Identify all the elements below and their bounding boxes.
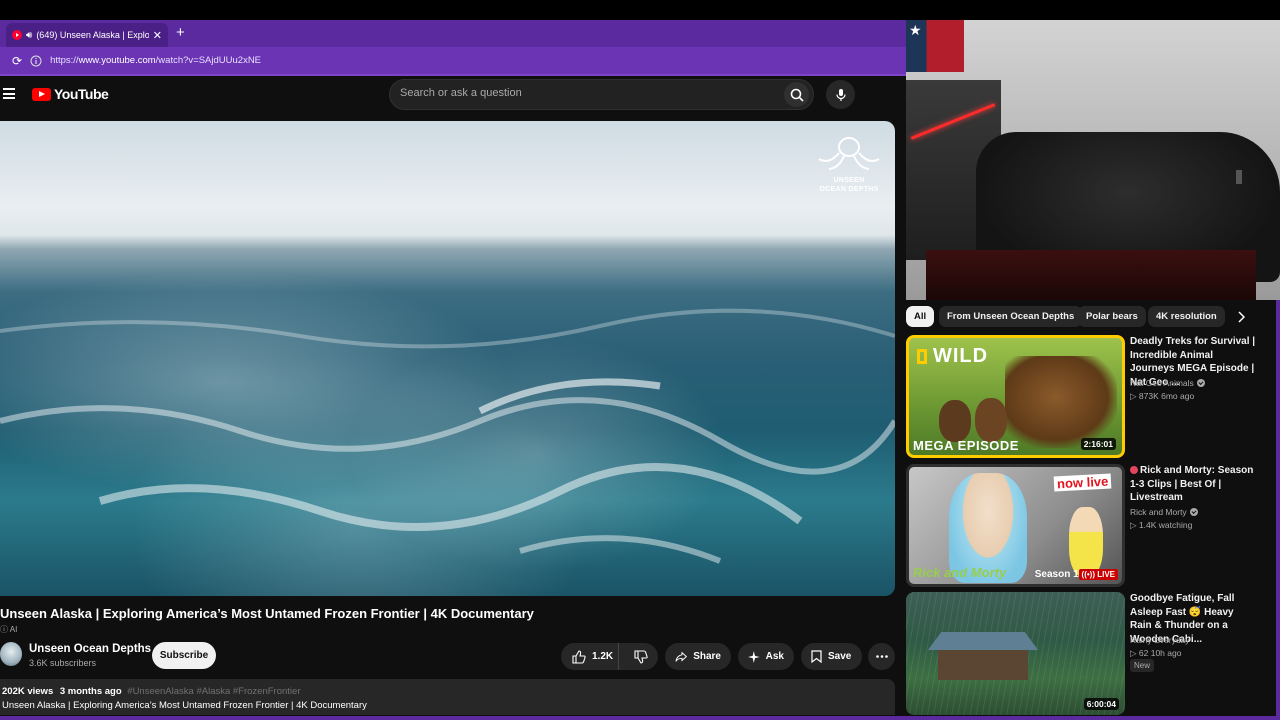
address-bar[interactable]: ⟳ https://www.youtube.com/watch?v=SAjdUU… <box>0 47 906 74</box>
ocean-waves <box>0 308 895 564</box>
speaker-icon[interactable]: 🔊︎ <box>26 30 32 41</box>
like-dislike-group: 1.2K <box>561 643 658 670</box>
duration-badge: 2:16:01 <box>1080 438 1116 450</box>
close-icon[interactable]: ✕ <box>153 29 162 42</box>
upload-age: 3 months ago <box>59 686 122 697</box>
more-icon <box>875 655 888 658</box>
window-bottom-border <box>0 716 1280 720</box>
voice-search-button[interactable] <box>826 80 855 109</box>
rec-stats: ▷ 62 10h ago <box>1130 648 1182 658</box>
view-count: 202K views <box>2 686 54 697</box>
more-actions-button[interactable] <box>868 643 895 670</box>
browser-tab[interactable]: 🔊︎ (649) Unseen Alaska | Explorin ✕ <box>6 23 168 47</box>
ask-button[interactable]: Ask <box>738 643 794 670</box>
search-input[interactable] <box>400 87 770 99</box>
cub-figure <box>939 400 971 442</box>
video-player[interactable]: UNSEEN OCEAN DEPTHS <box>0 121 895 596</box>
natgeo-brand: WILD <box>917 345 988 368</box>
tab-title: (649) Unseen Alaska | Explorin <box>36 30 149 40</box>
hashtags[interactable]: #UnseenAlaska #Alaska #FrozenFrontier <box>127 686 300 697</box>
filter-chips: All From Unseen Ocean Depths Polar bears… <box>906 300 1280 332</box>
bookmark-icon <box>811 650 822 663</box>
thumb-caption: Season 1- <box>1034 569 1082 580</box>
rec-channel[interactable]: Nat Geo Animals <box>1130 378 1205 388</box>
channel-name[interactable]: Unseen Ocean Depths <box>29 643 151 655</box>
webcam-flag: ★ <box>906 20 964 72</box>
video-thumbnail[interactable]: now live Rick and Morty Season 1- ((•)) … <box>906 464 1125 587</box>
youtube-play-icon <box>32 87 51 101</box>
like-count: 1.2K <box>592 651 614 662</box>
search-icon <box>790 88 804 102</box>
sparkle-icon <box>748 650 760 663</box>
rec-channel[interactable]: Rick and Morty <box>1130 507 1198 517</box>
channel-watermark: UNSEEN OCEAN DEPTHS <box>813 135 885 194</box>
dislike-button[interactable] <box>625 643 658 670</box>
url-text: https://www.youtube.com/watch?v=SAjdUUu2… <box>50 55 262 66</box>
chip-from-channel[interactable]: From Unseen Ocean Depths <box>939 306 1083 327</box>
now-live-banner: now live <box>1053 473 1112 492</box>
rec-stats: ▷ 1.4K watching <box>1130 520 1193 530</box>
search-button[interactable] <box>784 82 809 107</box>
search-box <box>389 79 814 110</box>
verified-icon <box>1189 508 1198 516</box>
live-dot-icon <box>1130 466 1138 474</box>
browser-chrome: 🔊︎ (649) Unseen Alaska | Explorin ✕ + ⟳ … <box>0 20 906 76</box>
cabin-figure <box>928 632 1038 680</box>
share-button[interactable]: Share <box>665 643 731 670</box>
youtube-favicon <box>12 30 22 40</box>
cub-figure <box>975 398 1007 442</box>
chip-polar-bears[interactable]: Polar bears <box>1078 306 1146 327</box>
recommendation-item[interactable]: now live Rick and Morty Season 1- ((•)) … <box>906 464 1276 588</box>
morty-figure <box>1069 507 1103 577</box>
video-meta: 202K views 3 months ago #UnseenAlaska #A… <box>2 686 300 697</box>
hamburger-icon[interactable] <box>3 88 15 99</box>
live-badge: ((•)) LIVE <box>1078 569 1118 580</box>
screen-top-strip <box>0 0 1280 20</box>
show-logo: Rick and Morty <box>913 565 1007 580</box>
thumbs-down-icon <box>634 649 648 664</box>
site-info-icon[interactable] <box>30 55 42 67</box>
bear-figure <box>1005 356 1117 448</box>
subscribe-button[interactable]: Subscribe <box>152 642 216 669</box>
verified-icon <box>1196 379 1205 387</box>
save-button[interactable]: Save <box>801 643 862 670</box>
webcam-bed-frame <box>926 250 1256 300</box>
ai-label: ⓘ AI <box>0 625 18 634</box>
youtube-logo[interactable]: YouTube <box>32 86 109 102</box>
tab-bar: 🔊︎ (649) Unseen Alaska | Explorin ✕ + <box>0 20 906 47</box>
chip-all[interactable]: All <box>906 306 935 327</box>
recommendation-item[interactable]: WILD MEGA EPISODE 2:16:01 Deadly Treks f… <box>906 335 1276 459</box>
mic-icon <box>835 88 846 101</box>
share-icon <box>675 651 688 662</box>
window-border <box>1276 300 1280 716</box>
description-box[interactable]: 202K views 3 months ago #UnseenAlaska #A… <box>0 679 895 715</box>
recommendation-item[interactable]: 6:00:04 Goodbye Fatigue, Fall Asleep Fas… <box>906 592 1276 716</box>
rec-stats: ▷ 873K 6mo ago <box>1130 391 1195 401</box>
video-thumbnail[interactable]: 6:00:04 <box>906 592 1125 715</box>
thumb-caption: MEGA EPISODE <box>913 438 1019 453</box>
webcam-overlay: ★ <box>906 20 1280 300</box>
video-title: Unseen Alaska | Exploring America’s Most… <box>0 606 534 621</box>
youtube-header: YouTube <box>0 76 906 114</box>
rec-channel[interactable]: Rainy Everyday <box>1130 635 1190 645</box>
octopus-logo-icon <box>818 137 880 170</box>
subscriber-count: 3.6K subscribers <box>29 658 97 668</box>
webcam-light-switch <box>1236 170 1242 184</box>
chip-scroll-button[interactable] <box>1231 306 1251 327</box>
channel-avatar[interactable] <box>0 642 22 666</box>
new-badge: New <box>1130 659 1155 672</box>
plus-icon[interactable]: + <box>176 24 185 41</box>
chip-4k[interactable]: 4K resolution <box>1148 306 1225 327</box>
duration-badge: 6:00:04 <box>1083 698 1119 710</box>
video-thumbnail[interactable]: WILD MEGA EPISODE 2:16:01 <box>906 335 1125 458</box>
thumbs-up-icon <box>572 649 586 664</box>
like-button[interactable]: 1.2K <box>561 643 619 670</box>
rec-title[interactable]: Rick and Morty: Season 1-3 Clips | Best … <box>1130 464 1256 505</box>
description-text: Unseen Alaska | Exploring America’s Most… <box>2 700 367 711</box>
reload-icon[interactable]: ⟳ <box>12 54 22 68</box>
chevron-right-icon <box>1238 310 1245 323</box>
